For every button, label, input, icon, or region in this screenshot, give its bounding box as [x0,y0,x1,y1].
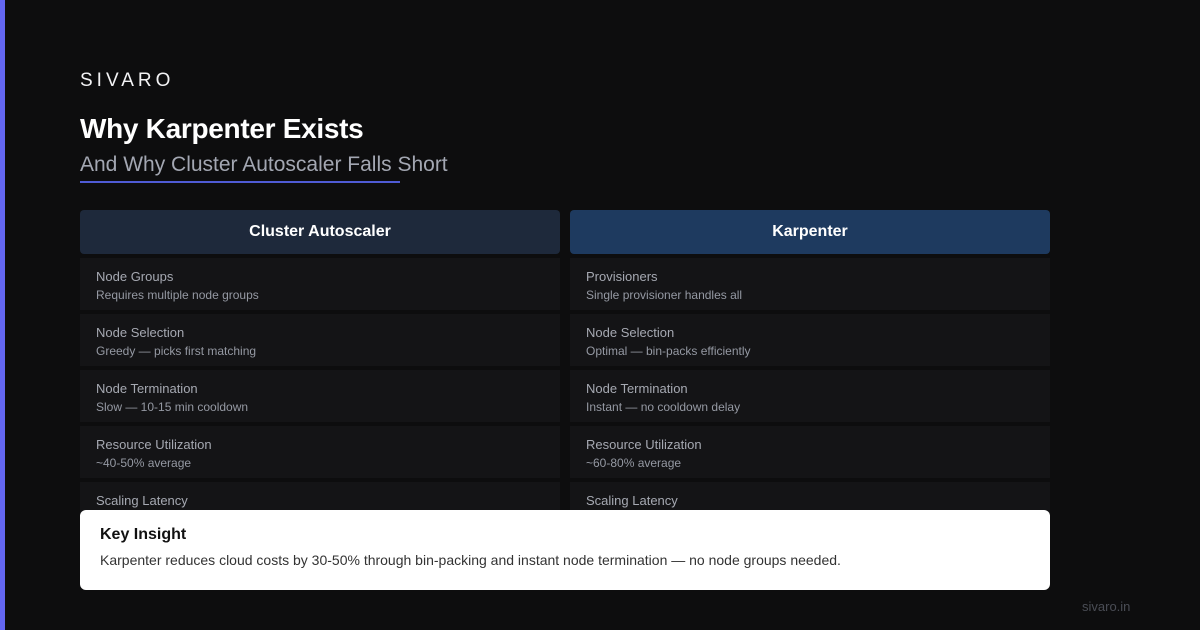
row-label: Resource Utilization [96,437,212,452]
comparison-row: Node Selection Optimal — bin-packs effic… [570,314,1050,366]
row-label: Node Termination [586,381,688,396]
comparison-rows-left: Node Groups Requires multiple node group… [80,258,560,534]
comparison-rows-right: Provisioners Single provisioner handles … [570,258,1050,534]
key-insight-text: Karpenter reduces cloud costs by 30-50% … [100,552,841,568]
comparison-row: Provisioners Single provisioner handles … [570,258,1050,310]
row-label: Node Selection [586,325,675,340]
row-label: Node Termination [96,381,198,396]
page-title: Why Karpenter Exists [80,113,364,144]
subtitle-underline [80,181,400,183]
key-insight-card: Key Insight Karpenter reduces cloud cost… [80,510,1050,590]
column-header-karpenter: Karpenter [570,210,1050,254]
brand-logo: SIVARO [80,70,175,91]
row-value: Slow — 10-15 min cooldown [96,400,249,414]
row-value: Optimal — bin-packs efficiently [586,344,751,358]
footer-domain: sivaro.in [1082,599,1131,614]
column-cluster-autoscaler: Cluster Autoscaler Node Groups Requires … [80,210,560,538]
left-accent-bar [0,0,5,630]
row-value: ~40-50% average [96,456,192,470]
row-label: Node Selection [96,325,185,340]
row-label: Scaling Latency [96,493,188,508]
page-subtitle: And Why Cluster Autoscaler Falls Short [80,153,448,176]
column-header-cluster-autoscaler: Cluster Autoscaler [80,210,560,254]
row-label: Resource Utilization [586,437,702,452]
row-label: Scaling Latency [586,493,678,508]
row-label: Provisioners [586,269,658,284]
row-value: Instant — no cooldown delay [586,400,741,414]
comparison-row: Resource Utilization ~40-50% average [80,426,560,478]
comparison-row: Node Groups Requires multiple node group… [80,258,560,310]
column-karpenter: Karpenter Provisioners Single provisione… [570,210,1050,538]
row-value: Requires multiple node groups [96,288,259,302]
comparison-row: Node Selection Greedy — picks first matc… [80,314,560,366]
comparison-row: Node Termination Instant — no cooldown d… [570,370,1050,422]
comparison-row: Resource Utilization ~60-80% average [570,426,1050,478]
row-label: Node Groups [96,269,174,284]
row-value: ~60-80% average [586,456,682,470]
row-value: Single provisioner handles all [586,288,743,302]
comparison-row: Node Termination Slow — 10-15 min cooldo… [80,370,560,422]
key-insight-title: Key Insight [100,526,187,543]
row-value: Greedy — picks first matching [96,344,257,358]
